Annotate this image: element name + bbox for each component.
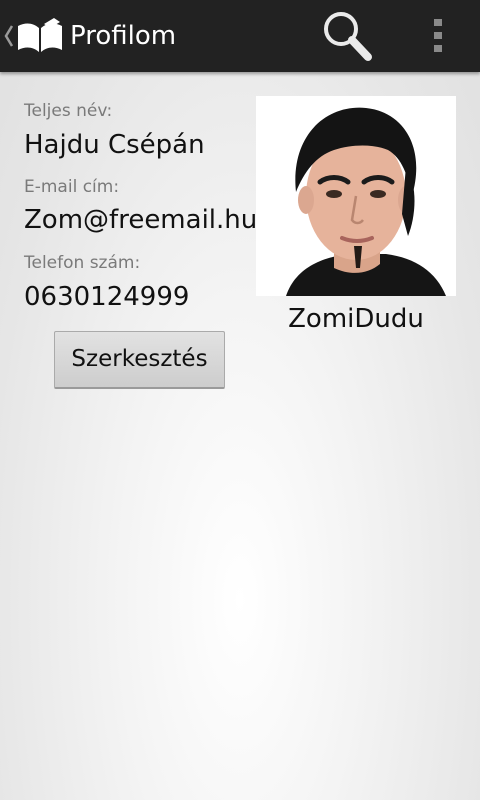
email-label: E-mail cím: [24, 177, 120, 197]
phone-label: Telefon szám: [24, 253, 141, 273]
search-icon [324, 12, 372, 61]
open-book-icon[interactable] [14, 16, 66, 56]
username: ZomiDudu [288, 304, 424, 334]
name-label: Teljes név: [24, 101, 113, 121]
chevron-left-icon[interactable] [4, 22, 14, 50]
phone-value: 0630124999 [24, 282, 190, 312]
email-value: Zom@freemail.hu [24, 205, 258, 235]
action-bar: Profilom [0, 0, 480, 72]
edit-button[interactable]: Szerkesztés [54, 331, 225, 389]
overflow-menu-button[interactable] [424, 16, 452, 56]
profile-photo [256, 96, 456, 296]
avatar[interactable] [256, 96, 456, 296]
screen-title: Profilom [70, 21, 177, 51]
overflow-menu-icon [434, 19, 442, 52]
search-button[interactable] [318, 8, 378, 64]
name-value: Hajdu Csépán [24, 130, 205, 160]
